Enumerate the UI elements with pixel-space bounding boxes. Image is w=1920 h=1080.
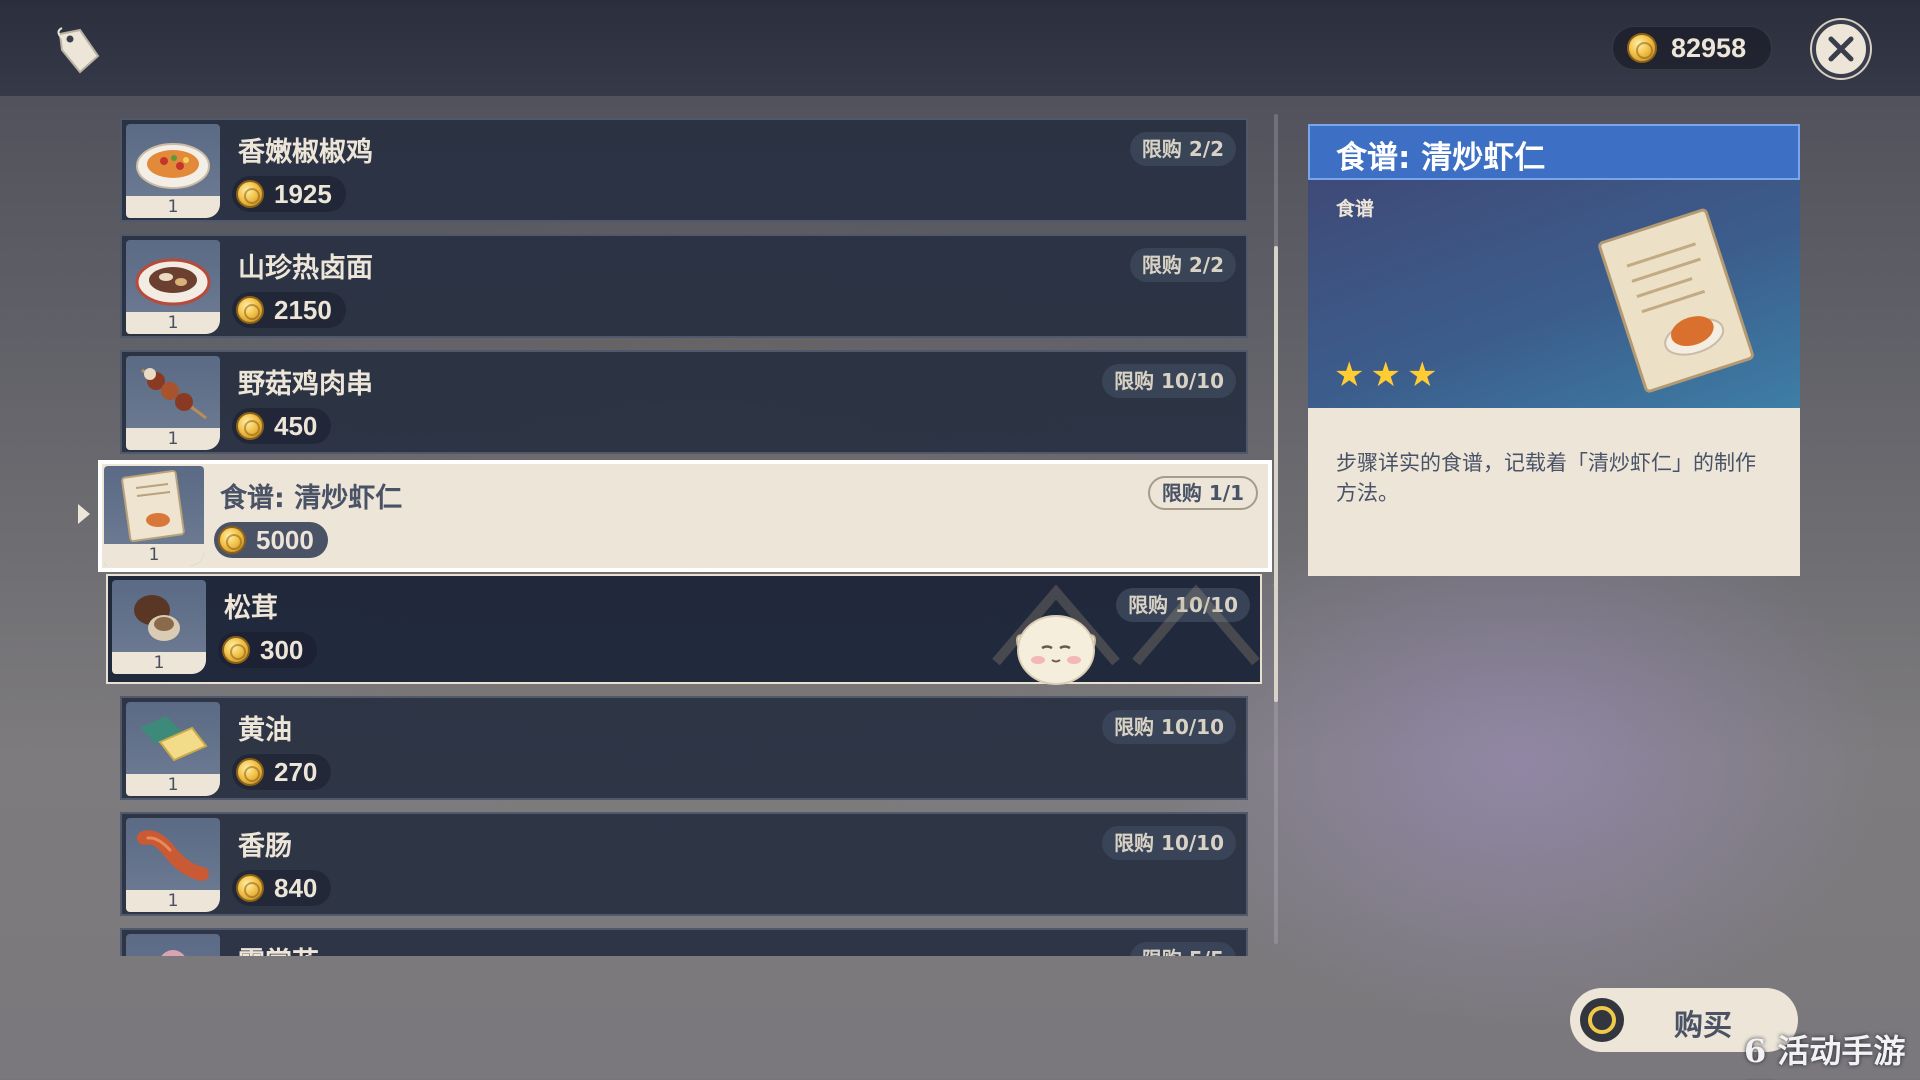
- shop-item-selected[interactable]: 1 食谱: 清炒虾仁 5000 限购 1/1: [98, 460, 1272, 572]
- item-count: 1: [126, 774, 220, 796]
- shop-item[interactable]: 1 香肠 840 限购 10/10: [120, 812, 1248, 916]
- mora-coin-icon: [236, 412, 264, 440]
- item-name: 食谱: 清炒虾仁: [220, 483, 403, 514]
- purchase-limit-badge: 限购 2/2: [1129, 132, 1236, 166]
- mora-coin-icon: [222, 636, 250, 664]
- price-value: 2150: [274, 294, 332, 325]
- selection-arrow-icon: [78, 504, 90, 524]
- shop-item[interactable]: 1 野菇鸡肉串 450 限购 10/10: [120, 350, 1248, 454]
- price-value: 840: [274, 872, 318, 903]
- item-thumbnail: 1: [126, 818, 220, 912]
- mora-coin-icon: [236, 874, 264, 902]
- item-thumbnail: 1: [112, 580, 206, 674]
- confirm-ring-icon: [1580, 998, 1624, 1042]
- item-detail-panel: 食谱: 清炒虾仁 食谱 ★ ★ ★ 步骤详实的食谱，记载着「清炒虾仁」的制作方法…: [1308, 124, 1800, 576]
- purchase-limit-badge: 限购 1/1: [1147, 476, 1258, 510]
- detail-header: 食谱: 清炒虾仁: [1308, 124, 1800, 180]
- item-name: 山珍热卤面: [238, 253, 373, 284]
- item-thumbnail: 1: [126, 356, 220, 450]
- item-price: 1925: [232, 176, 346, 212]
- item-price: 270: [232, 754, 332, 790]
- rarity-stars: ★ ★ ★: [1334, 358, 1437, 392]
- site-watermark: 6 活动手游网: [1744, 1032, 1906, 1080]
- close-icon: [1828, 36, 1854, 62]
- silk-flower-icon: [161, 950, 185, 956]
- item-price: 5000: [214, 522, 328, 558]
- item-count: 1: [126, 890, 220, 912]
- sausage-icon: [137, 830, 209, 881]
- item-thumbnail: 1: [126, 124, 220, 218]
- item-name: 松茸: [224, 593, 278, 624]
- price-value: 270: [274, 756, 318, 787]
- pepper-chicken-dish-icon: [136, 143, 210, 189]
- close-button[interactable]: [1812, 20, 1870, 78]
- shop-tag-icon: [57, 27, 100, 74]
- item-count: 1: [126, 312, 220, 334]
- buy-button-label: 购买: [1674, 1008, 1733, 1042]
- purchase-limit-badge: 限购 5/5: [1129, 942, 1236, 956]
- item-count: 1: [126, 428, 220, 450]
- item-thumbnail: 1: [104, 466, 204, 566]
- item-price: 2150: [232, 292, 346, 328]
- mora-coin-icon: [1627, 33, 1657, 63]
- purchase-limit-badge: 限购 2/2: [1129, 248, 1236, 282]
- price-value: 1925: [274, 178, 332, 209]
- star-icon: ★: [1406, 355, 1438, 395]
- mora-coin-icon: [236, 180, 264, 208]
- shop-item[interactable]: 1 山珍热卤面 2150 限购 2/2: [120, 234, 1248, 338]
- noodle-bowl-dish-icon: [135, 258, 211, 306]
- shop-item[interactable]: 1 霓裳花 限购 5/5: [120, 928, 1248, 956]
- paimon-mascot-icon: [1016, 615, 1096, 685]
- price-value: 450: [274, 410, 318, 441]
- item-name: 黄油: [238, 715, 292, 746]
- item-name: 香肠: [238, 831, 292, 862]
- mora-coin-icon: [236, 758, 264, 786]
- item-price: 300: [218, 632, 318, 668]
- item-thumbnail: 1: [126, 934, 220, 956]
- detail-body: 步骤详实的食谱，记载着「清炒虾仁」的制作方法。: [1308, 408, 1800, 576]
- price-value: 300: [260, 634, 304, 665]
- star-icon: ★: [1370, 355, 1401, 395]
- purchase-limit-badge: 限购 10/10: [1102, 364, 1236, 398]
- item-name: 香嫩椒椒鸡: [238, 137, 373, 168]
- mora-amount: 82958: [1671, 32, 1747, 63]
- item-count: 1: [104, 544, 204, 566]
- item-name: 野菇鸡肉串: [238, 369, 373, 400]
- item-thumbnail: 1: [126, 702, 220, 796]
- item-price: 450: [232, 408, 332, 444]
- butter-icon: [140, 716, 208, 762]
- recipe-scroll-icon: [121, 469, 185, 543]
- detail-art: 食谱 ★ ★ ★: [1308, 180, 1800, 408]
- shop-item[interactable]: 1 香嫩椒椒鸡 1925 限购 2/2: [120, 118, 1248, 222]
- item-name: 霓裳花: [238, 940, 319, 956]
- price-value: 5000: [256, 524, 314, 555]
- list-scrollbar-thumb[interactable]: [1274, 246, 1278, 702]
- star-icon: ★: [1334, 355, 1365, 395]
- skewer-dish-icon: [141, 368, 207, 420]
- shop-item[interactable]: 1 黄油 270 限购 10/10: [120, 696, 1248, 800]
- detail-category: 食谱: [1336, 198, 1375, 220]
- purchase-limit-badge: 限购 10/10: [1102, 710, 1236, 744]
- recipe-scroll-icon: [1598, 208, 1754, 393]
- item-count: 1: [112, 652, 206, 674]
- item-thumbnail: 1: [126, 240, 220, 334]
- shop-item-list[interactable]: 1 香嫩椒椒鸡 1925 限购 2/2 1 山珍热卤面 2150 限购 2/2: [96, 110, 1276, 956]
- purchase-limit-badge: 限购 10/10: [1102, 826, 1236, 860]
- detail-title: 食谱: 清炒虾仁: [1336, 140, 1546, 176]
- mora-counter: 82958: [1612, 26, 1772, 70]
- matsutake-icon: [134, 595, 180, 641]
- mora-coin-icon: [236, 296, 264, 324]
- detail-description: 步骤详实的食谱，记载着「清炒虾仁」的制作方法。: [1336, 451, 1756, 505]
- item-price: 840: [232, 870, 332, 906]
- item-count: 1: [126, 196, 220, 218]
- mora-coin-icon: [218, 526, 246, 554]
